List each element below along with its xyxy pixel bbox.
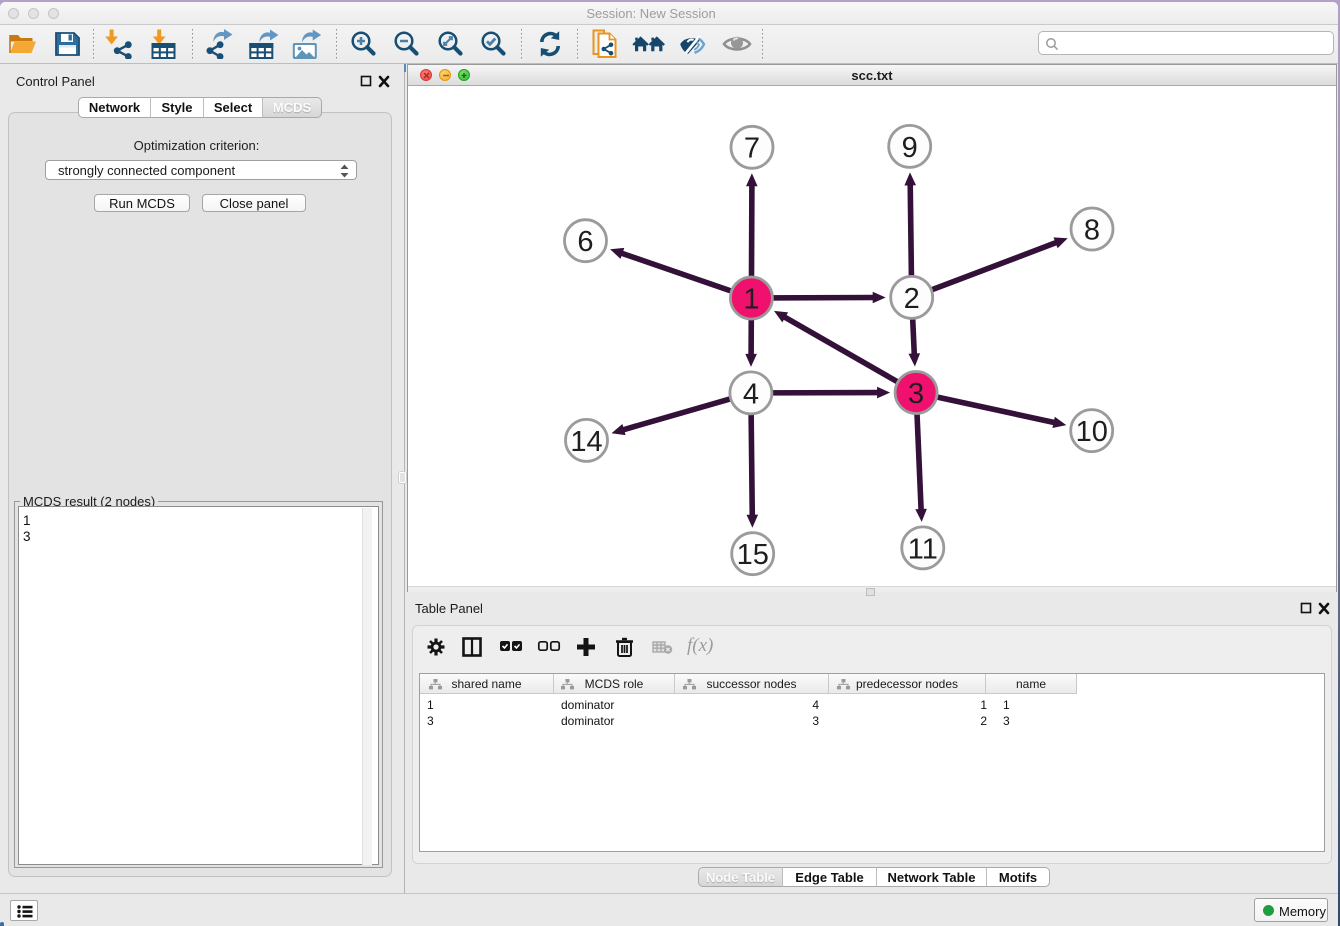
svg-text:2: 2 (904, 283, 920, 315)
svg-text:1: 1 (743, 283, 759, 315)
svg-text:10: 10 (1076, 416, 1108, 448)
svg-text:8: 8 (1084, 214, 1100, 246)
svg-text:15: 15 (737, 539, 769, 571)
svg-text:4: 4 (743, 378, 759, 410)
svg-text:6: 6 (577, 226, 593, 258)
svg-text:11: 11 (908, 533, 938, 565)
svg-text:3: 3 (908, 378, 924, 410)
svg-text:7: 7 (744, 133, 760, 165)
svg-text:9: 9 (902, 132, 918, 164)
svg-text:14: 14 (570, 426, 602, 458)
